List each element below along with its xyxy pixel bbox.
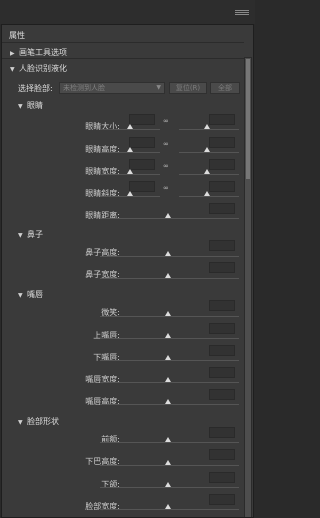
jawline-label: 下颌: xyxy=(101,480,120,489)
scrollbar-thumb[interactable] xyxy=(246,59,250,179)
triangle-down-icon: ▼ xyxy=(18,292,23,299)
mouth-width-slider[interactable] xyxy=(100,382,239,383)
chin-height-thumb[interactable] xyxy=(165,460,171,465)
jawline-thumb[interactable] xyxy=(165,482,171,487)
mouth-height-thumb[interactable] xyxy=(165,399,171,404)
eye-width-right-thumb[interactable] xyxy=(204,169,210,174)
forehead-slider[interactable] xyxy=(100,442,239,443)
eye-width-left-thumb[interactable] xyxy=(127,169,133,174)
nose-width-value[interactable] xyxy=(209,262,235,273)
eye-width-left-slider[interactable] xyxy=(100,174,160,175)
mouth-height-label: 嘴唇高度: xyxy=(85,397,120,406)
mouth-width-thumb[interactable] xyxy=(165,377,171,382)
divider xyxy=(2,58,244,59)
eye-tilt-right-slider[interactable] xyxy=(179,196,239,197)
eye-distance-slider[interactable] xyxy=(100,218,239,219)
eye-width-label: 眼睛宽度: xyxy=(85,167,120,176)
panel-titlebar xyxy=(0,0,255,24)
nose-width-thumb[interactable] xyxy=(165,273,171,278)
eye-size-left-thumb[interactable] xyxy=(127,124,133,129)
triangle-down-icon: ▼ xyxy=(18,419,23,426)
eye-width-right-slider[interactable] xyxy=(179,174,239,175)
eye-height-left-slider[interactable] xyxy=(100,152,160,153)
upper-lip-value[interactable] xyxy=(209,323,235,334)
nose-height-value[interactable] xyxy=(209,240,235,251)
panel-menu-icon[interactable] xyxy=(235,9,249,15)
properties-panel: 属性 ▶ 画笔工具选项 ▼ 人脸识别液化 选择脸部: 未检测到人脸 ▼ 复位(R) … xyxy=(1,24,254,518)
triangle-right-icon: ▶ xyxy=(10,50,15,57)
eye-distance-value[interactable] xyxy=(209,203,235,214)
divider xyxy=(2,42,244,43)
eye-height-label: 眼睛高度: xyxy=(85,145,120,154)
mouth-width-label: 嘴唇宽度: xyxy=(85,375,120,384)
chain-link-icon[interactable]: ∞ xyxy=(163,184,169,192)
eye-size-left-slider[interactable] xyxy=(100,129,160,130)
nose-width-slider[interactable] xyxy=(100,278,239,279)
mouth-height-value[interactable] xyxy=(209,389,235,400)
nose-height-slider[interactable] xyxy=(100,256,239,257)
smile-slider[interactable] xyxy=(100,316,239,317)
forehead-value[interactable] xyxy=(209,427,235,438)
eye-size-right-slider[interactable] xyxy=(179,129,239,130)
select-face-dropdown[interactable]: 未检测到人脸 ▼ xyxy=(59,82,165,94)
upper-lip-label: 上嘴唇: xyxy=(93,331,120,340)
triangle-down-icon: ▼ xyxy=(10,66,15,73)
section-face-aware-liquify[interactable]: ▼ 人脸识别液化 xyxy=(10,63,67,74)
eye-tilt-left-slider[interactable] xyxy=(100,196,160,197)
nose-height-thumb[interactable] xyxy=(165,251,171,256)
jawline-slider[interactable] xyxy=(100,487,239,488)
group-eyes[interactable]: ▼ 眼睛 xyxy=(18,100,43,111)
group-face-shape[interactable]: ▼ 脸部形状 xyxy=(18,416,59,427)
face-width-slider[interactable] xyxy=(100,509,239,510)
chain-link-icon[interactable]: ∞ xyxy=(163,140,169,148)
eye-tilt-left-thumb[interactable] xyxy=(127,191,133,196)
face-width-thumb[interactable] xyxy=(165,504,171,509)
chain-link-icon[interactable]: ∞ xyxy=(163,162,169,170)
upper-lip-thumb[interactable] xyxy=(165,333,171,338)
scrollbar[interactable] xyxy=(244,57,252,517)
smile-value[interactable] xyxy=(209,300,235,311)
group-mouth[interactable]: ▼ 嘴唇 xyxy=(18,289,43,300)
eye-height-right-value[interactable] xyxy=(209,137,235,148)
lower-lip-value[interactable] xyxy=(209,345,235,356)
mouth-width-value[interactable] xyxy=(209,367,235,378)
eye-distance-label: 眼睛距离: xyxy=(85,211,120,220)
section-brush-options[interactable]: ▶ 画笔工具选项 xyxy=(10,47,67,58)
eye-tilt-right-value[interactable] xyxy=(209,181,235,192)
reset-button[interactable]: 复位(R) xyxy=(169,82,207,94)
eye-height-right-slider[interactable] xyxy=(179,152,239,153)
lower-lip-thumb[interactable] xyxy=(165,355,171,360)
mouth-height-slider[interactable] xyxy=(100,404,239,405)
eye-tilt-right-thumb[interactable] xyxy=(204,191,210,196)
chin-height-slider[interactable] xyxy=(100,465,239,466)
chain-link-icon[interactable]: ∞ xyxy=(163,117,169,125)
triangle-down-icon: ▼ xyxy=(18,103,23,110)
jawline-value[interactable] xyxy=(209,472,235,483)
forehead-label: 前额: xyxy=(101,435,120,444)
eye-tilt-label: 眼睛斜度: xyxy=(85,189,120,198)
smile-thumb[interactable] xyxy=(165,311,171,316)
select-face-label: 选择脸部: xyxy=(18,84,53,93)
eye-size-right-value[interactable] xyxy=(209,114,235,125)
panel-title: 属性 xyxy=(9,31,25,40)
face-width-value[interactable] xyxy=(209,494,235,505)
eye-height-right-thumb[interactable] xyxy=(204,147,210,152)
face-width-label: 脸部宽度: xyxy=(85,502,120,511)
eye-distance-thumb[interactable] xyxy=(165,213,171,218)
eye-size-label: 眼睛大小: xyxy=(85,122,120,131)
group-nose[interactable]: ▼ 鼻子 xyxy=(18,229,43,240)
upper-lip-slider[interactable] xyxy=(100,338,239,339)
eye-width-right-value[interactable] xyxy=(209,159,235,170)
eye-size-right-thumb[interactable] xyxy=(204,124,210,129)
lower-lip-slider[interactable] xyxy=(100,360,239,361)
lower-lip-label: 下嘴唇: xyxy=(93,353,120,362)
chevron-down-icon: ▼ xyxy=(156,84,161,91)
chin-height-value[interactable] xyxy=(209,449,235,460)
eye-height-left-thumb[interactable] xyxy=(127,147,133,152)
triangle-down-icon: ▼ xyxy=(18,232,23,239)
forehead-thumb[interactable] xyxy=(165,437,171,442)
all-button[interactable]: 全部 xyxy=(210,82,240,94)
